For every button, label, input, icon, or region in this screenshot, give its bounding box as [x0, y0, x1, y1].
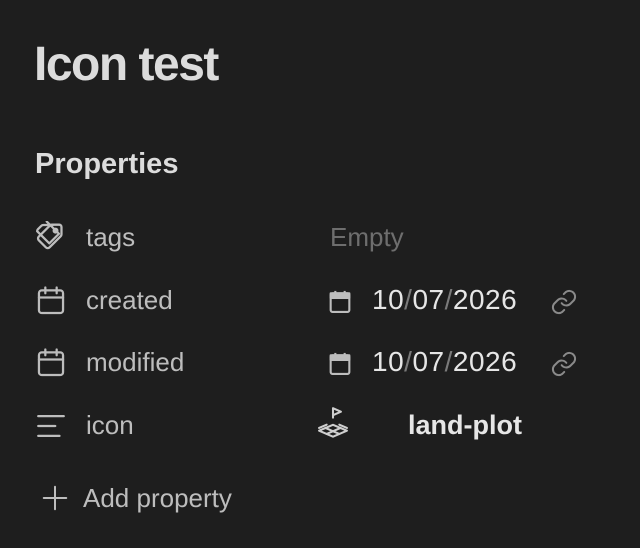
calendar-picker-icon[interactable]: [326, 350, 354, 378]
property-row-icon: icon land-plot: [0, 403, 640, 447]
calendar-picker-icon[interactable]: [326, 288, 354, 316]
property-key[interactable]: created: [86, 284, 173, 316]
add-property-label: Add property: [83, 483, 232, 513]
property-key[interactable]: icon: [86, 409, 134, 441]
property-value-empty[interactable]: Empty: [330, 221, 404, 253]
text-align-left-icon[interactable]: [34, 409, 68, 443]
date-value[interactable]: 10/07/2026: [326, 346, 596, 380]
icon-value-name[interactable]: land-plot: [408, 409, 522, 441]
property-row-created: created 10/07/2026: [0, 278, 640, 322]
note-view: Icon test Properties tags Empty created: [0, 0, 640, 548]
date-text[interactable]: 10/07/2026: [372, 284, 517, 316]
tag-icon[interactable]: [34, 221, 68, 255]
note-title[interactable]: Icon test: [34, 36, 219, 94]
property-row-modified: modified 10/07/2026: [0, 340, 640, 384]
calendar-icon[interactable]: [34, 346, 68, 380]
link-icon[interactable]: [550, 288, 578, 316]
property-key[interactable]: tags: [86, 221, 135, 253]
properties-heading[interactable]: Properties: [35, 146, 178, 182]
property-row-tags: tags Empty: [0, 215, 640, 259]
date-value[interactable]: 10/07/2026: [326, 284, 596, 318]
land-plot-icon[interactable]: [314, 405, 352, 443]
link-icon[interactable]: [550, 350, 578, 378]
plus-icon: [40, 483, 70, 513]
add-property-button[interactable]: Add property: [40, 478, 232, 518]
icon-value[interactable]: land-plot: [314, 407, 554, 449]
property-key[interactable]: modified: [86, 346, 184, 378]
calendar-icon[interactable]: [34, 284, 68, 318]
date-text[interactable]: 10/07/2026: [372, 346, 517, 378]
